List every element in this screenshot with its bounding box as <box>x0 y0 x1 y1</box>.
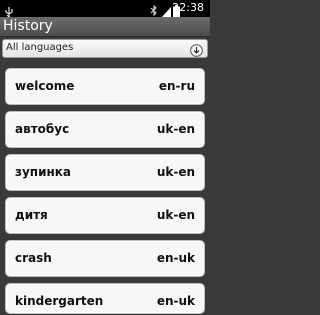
history-item[interactable]: kindergarten en-uk <box>5 283 205 314</box>
language-pair: en-ru <box>158 79 195 93</box>
history-item[interactable]: welcome en-ru <box>5 68 205 105</box>
page-title: History <box>3 18 53 34</box>
history-word: зупинка <box>15 165 72 179</box>
history-word: kindergarten <box>15 294 104 308</box>
language-filter-dropdown[interactable]: All languages <box>2 39 208 58</box>
status-bar: 22:38 <box>0 0 210 18</box>
history-word: автобус <box>15 122 70 136</box>
history-item[interactable]: дитя uk-en <box>5 197 205 234</box>
language-pair: en-uk <box>156 251 195 265</box>
history-item[interactable]: crash en-uk <box>5 240 205 277</box>
history-word: дитя <box>15 208 48 222</box>
language-pair: en-uk <box>156 294 195 308</box>
history-word: welcome <box>15 79 75 93</box>
language-pair: uk-en <box>156 208 195 222</box>
history-item[interactable]: зупинка uk-en <box>5 154 205 191</box>
language-pair: uk-en <box>156 122 195 136</box>
history-item[interactable]: автобус uk-en <box>5 111 205 148</box>
history-word: crash <box>15 251 52 265</box>
language-pair: uk-en <box>156 165 195 179</box>
download-icon[interactable] <box>190 42 203 61</box>
title-bar: History <box>0 17 210 37</box>
clock: 22:38 <box>172 1 204 14</box>
language-filter-value: All languages <box>6 42 74 53</box>
